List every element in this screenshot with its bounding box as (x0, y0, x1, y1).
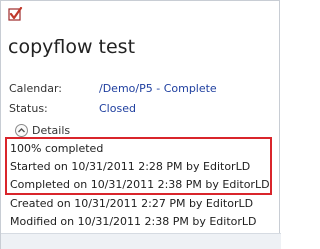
modified-text: Modified on 10/31/2011 2:38 PM by Editor… (10, 215, 257, 228)
completed-text: Completed on 10/31/2011 2:38 PM by Edito… (10, 178, 270, 191)
task-title: copyflow test (8, 36, 136, 58)
chevron-up-circle-icon (15, 123, 28, 137)
completion-text: 100% completed (10, 142, 104, 155)
calendar-link[interactable]: /Demo/P5 - Complete (99, 82, 217, 95)
status-label: Status: (9, 102, 48, 115)
status-value: Closed (99, 102, 136, 115)
checkbox-checked-icon (8, 7, 23, 21)
details-toggle-label: Details (32, 123, 71, 137)
calendar-label: Calendar: (9, 82, 62, 95)
details-toggle[interactable]: Details (15, 122, 70, 138)
panel-footer (1, 233, 281, 249)
created-text: Created on 10/31/2011 2:27 PM by EditorL… (10, 197, 254, 210)
status-row: Status: Closed (9, 102, 136, 116)
started-text: Started on 10/31/2011 2:28 PM by EditorL… (10, 160, 251, 173)
calendar-row: Calendar: /Demo/P5 - Complete (9, 82, 217, 96)
task-details-panel: copyflow test Calendar: /Demo/P5 - Comple… (0, 0, 281, 249)
